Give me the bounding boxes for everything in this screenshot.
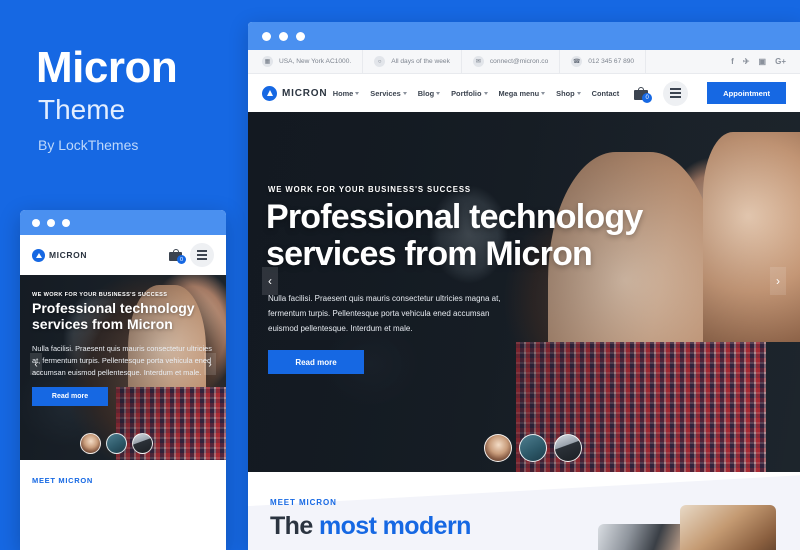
window-dot-close[interactable] (32, 218, 40, 227)
clock-icon: ○ (374, 56, 386, 67)
desktop-titlebar (248, 22, 800, 50)
carousel-thumb-2[interactable] (519, 434, 547, 462)
nav-item-blog-label: Blog (417, 88, 435, 98)
topbar-address-text: USA, New York AC1000. (279, 58, 352, 65)
mobile-carousel-thumb-2[interactable] (106, 433, 127, 454)
meet-heading-plain: The (270, 512, 319, 540)
screenshot-stage: Micron Theme By LockThemes ▦ USA, New Yo… (0, 0, 800, 550)
nav-item-shop-label: Shop (556, 88, 575, 98)
mobile-carousel-next-arrow-icon[interactable]: › (204, 353, 216, 375)
nav-item-blog[interactable]: Blog (417, 88, 441, 98)
mobile-hero-carousel: WE WORK FOR YOUR BUSINESS'S SUCCESS Prof… (20, 275, 226, 460)
mobile-hero-read-more-button[interactable]: Read more (32, 387, 108, 406)
promo-title: Micron (36, 43, 178, 92)
site-topbar: ▦ USA, New York AC1000. ○ All days of th… (248, 49, 800, 74)
instagram-icon[interactable]: ▣ (759, 57, 767, 66)
mobile-hero-eyebrow: WE WORK FOR YOUR BUSINESS'S SUCCESS (32, 292, 168, 298)
promo-byline: By LockThemes (38, 137, 139, 153)
mobile-carousel-prev-arrow-icon[interactable]: ‹ (30, 353, 42, 375)
mobile-meet-section: MEET MICRON (20, 460, 226, 485)
hero-carousel: WE WORK FOR YOUR BUSINESS'S SUCCESS Prof… (248, 112, 800, 472)
topbar-hours-text: All days of the week (391, 58, 450, 65)
chevron-down-icon (576, 91, 581, 95)
carousel-thumb-1[interactable] (484, 434, 512, 462)
carousel-prev-arrow-icon[interactable]: ‹ (262, 267, 278, 295)
logo-triangle-icon (262, 85, 277, 101)
carousel-thumbnails (484, 434, 582, 462)
carousel-next-arrow-icon[interactable]: › (770, 267, 786, 295)
nav-item-services[interactable]: Services (370, 88, 407, 98)
phone-icon: ☎ (571, 56, 583, 67)
mobile-carousel-thumb-3[interactable] (132, 433, 153, 454)
mobile-navbar: MICRON 0 (20, 235, 226, 275)
meet-image-right (680, 505, 776, 550)
chevron-down-icon (402, 91, 407, 95)
nav-item-home-label: Home (332, 88, 354, 98)
window-dot-minimize[interactable] (279, 31, 288, 41)
nav-item-portfolio[interactable]: Portfolio (451, 88, 488, 98)
mobile-carousel-thumbnails (80, 433, 153, 454)
hero-read-more-button[interactable]: Read more (268, 350, 364, 374)
cart-badge: 0 (642, 92, 653, 103)
mobile-browser-mockup: MICRON 0 WE WORK FOR YOUR BUSINESS'S SUC… (20, 210, 226, 550)
topbar-phone-text: 012 345 67 890 (588, 58, 635, 65)
building-icon: ▦ (262, 56, 273, 67)
nav-item-portfolio-label: Portfolio (451, 88, 482, 98)
hero-eyebrow: WE WORK FOR YOUR BUSINESS'S SUCCESS (268, 185, 472, 194)
window-dot-maximize[interactable] (62, 218, 70, 227)
chevron-down-icon (436, 91, 441, 95)
mobile-logo-text: MICRON (49, 250, 88, 260)
window-dot-maximize[interactable] (296, 31, 305, 41)
topbar-email-text: connect@micron.co (489, 58, 549, 65)
chevron-down-icon (483, 91, 488, 95)
nav-item-contact-label: Contact (591, 88, 620, 98)
window-dot-minimize[interactable] (47, 218, 55, 227)
mobile-meet-label: MEET MICRON (32, 476, 94, 485)
mobile-hero-heading: Professional technology services from Mi… (32, 300, 195, 332)
logo-triangle-icon (32, 248, 45, 262)
topbar-item-email[interactable]: ✉ connect@micron.co (462, 49, 561, 74)
mobile-carousel-thumb-1[interactable] (80, 433, 101, 454)
desktop-browser-mockup: ▦ USA, New York AC1000. ○ All days of th… (248, 22, 800, 550)
twitter-icon[interactable]: ✈ (743, 57, 750, 66)
mobile-site-logo[interactable]: MICRON (32, 248, 88, 262)
nav-item-shop[interactable]: Shop (556, 88, 581, 98)
nav-item-mega-menu[interactable]: Mega menu (499, 89, 546, 98)
topbar-item-hours: ○ All days of the week (363, 49, 462, 74)
carousel-thumb-3[interactable] (554, 434, 582, 462)
topbar-item-phone[interactable]: ☎ 012 345 67 890 (560, 49, 647, 74)
nav-item-services-label: Services (370, 88, 401, 98)
topbar-socials: f ✈ ▣ G+ (731, 57, 800, 66)
topbar-item-address: ▦ USA, New York AC1000. (248, 49, 364, 74)
meet-section-heading: The most modern (270, 512, 471, 541)
meet-heading-accent: most modern (319, 512, 471, 540)
site-navbar: MICRON Home Services Blog Portfolio Mega… (248, 74, 800, 112)
hamburger-menu-icon[interactable] (190, 243, 214, 267)
logo-text: MICRON (282, 87, 328, 99)
nav-menu: Home Services Blog Portfolio Mega menu S… (333, 80, 786, 106)
meet-micron-section: MEET MICRON The most modern (248, 472, 800, 550)
window-dot-close[interactable] (262, 31, 271, 41)
cart-badge: 0 (177, 255, 186, 264)
mobile-nav-actions: 0 (169, 243, 214, 267)
meet-section-label: MEET MICRON (270, 498, 337, 507)
chevron-down-icon (541, 91, 546, 95)
cart-icon[interactable]: 0 (169, 249, 186, 264)
cart-icon[interactable]: 0 (634, 86, 653, 103)
google-plus-icon[interactable]: G+ (775, 57, 786, 66)
envelope-icon: ✉ (472, 56, 484, 67)
nav-item-home[interactable]: Home (333, 89, 360, 98)
nav-item-contact[interactable]: Contact (592, 89, 620, 98)
chevron-down-icon (355, 91, 360, 95)
hero-heading: Professional technology services from Mi… (266, 198, 643, 273)
promo-subtitle: Theme (38, 94, 126, 125)
facebook-icon[interactable]: f (731, 57, 734, 66)
hero-paragraph: Nulla facilisi. Praesent quis mauris con… (268, 294, 501, 333)
mobile-hero-paragraph: Nulla facilisi. Praesent quis mauris con… (32, 344, 212, 378)
hamburger-menu-icon[interactable] (663, 80, 689, 106)
site-logo[interactable]: MICRON (262, 85, 328, 101)
mobile-titlebar (20, 210, 226, 235)
nav-item-mega-menu-label: Mega menu (498, 88, 540, 98)
appointment-button[interactable]: Appointment (707, 82, 786, 104)
